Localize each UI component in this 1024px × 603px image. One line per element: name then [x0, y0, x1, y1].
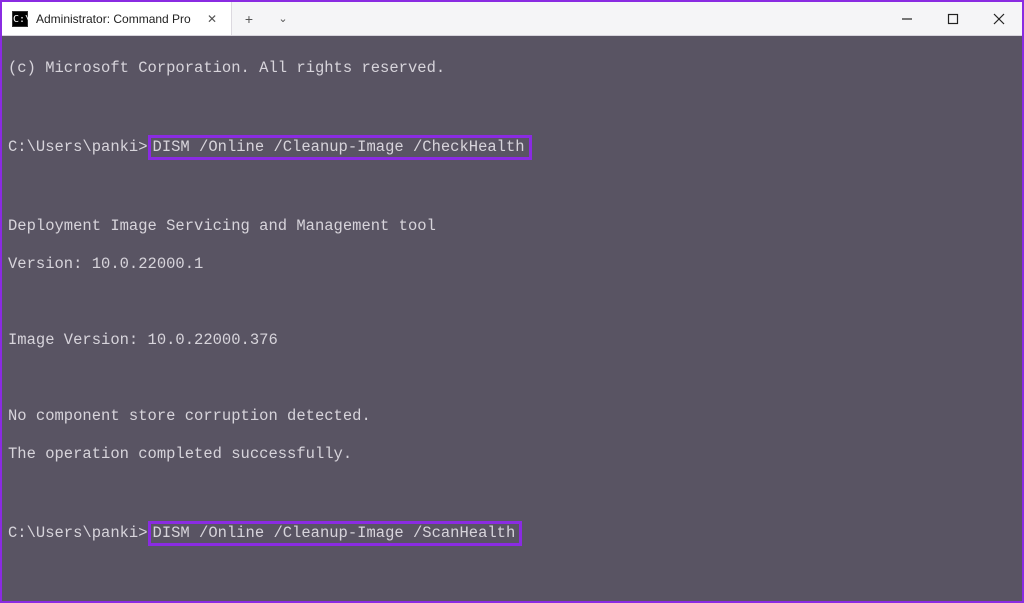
prompt: C:\Users\panki>: [8, 138, 148, 156]
no-corruption-line: No component store corruption detected.: [8, 407, 1016, 426]
tab-dropdown-button[interactable]: ⌄: [266, 12, 300, 25]
close-tab-button[interactable]: ✕: [203, 10, 221, 28]
op-success-line: The operation completed successfully.: [8, 445, 1016, 464]
new-tab-button[interactable]: +: [232, 11, 266, 27]
tool-line: Deployment Image Servicing and Managemen…: [8, 217, 1016, 236]
maximize-button[interactable]: [930, 2, 976, 35]
tab-title: Administrator: Command Prompt: [36, 12, 191, 26]
prompt: C:\Users\panki>: [8, 524, 148, 542]
tab-actions: + ⌄: [232, 2, 300, 35]
cmd-icon: C:\: [12, 11, 28, 27]
window-controls: [884, 2, 1022, 35]
titlebar[interactable]: C:\ Administrator: Command Prompt ✕ + ⌄: [2, 2, 1022, 36]
command-checkhealth: DISM /Online /Cleanup-Image /CheckHealth: [148, 135, 532, 160]
version-line: Version: 10.0.22000.1: [8, 255, 1016, 274]
window-frame: C:\ Administrator: Command Prompt ✕ + ⌄ …: [0, 0, 1024, 603]
close-window-button[interactable]: [976, 2, 1022, 35]
image-version-line: Image Version: 10.0.22000.376: [8, 331, 1016, 350]
command-scanhealth: DISM /Online /Cleanup-Image /ScanHealth: [148, 521, 523, 546]
copyright-line: (c) Microsoft Corporation. All rights re…: [8, 59, 1016, 78]
minimize-button[interactable]: [884, 2, 930, 35]
tab-command-prompt[interactable]: C:\ Administrator: Command Prompt ✕: [2, 2, 232, 35]
terminal-output[interactable]: (c) Microsoft Corporation. All rights re…: [2, 36, 1022, 601]
